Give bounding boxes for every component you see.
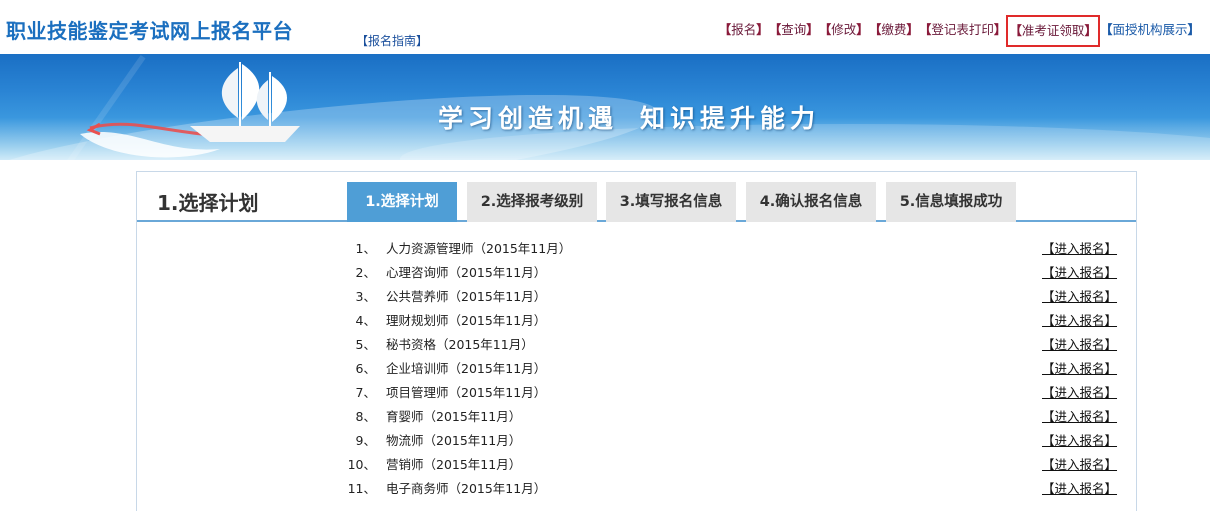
plan-name: 育婴师（2015年11月） [386, 409, 522, 424]
bracket-close: 】 [756, 22, 769, 37]
bracket-open: 【 [868, 22, 882, 37]
enter-registration-link[interactable]: 【进入报名】 [1042, 454, 1117, 473]
bracket-open: 【 [1009, 23, 1022, 38]
bracket-close: 】 [1084, 23, 1097, 38]
nav-item[interactable]: 【面授机构展示】 [1100, 22, 1200, 40]
plan-index: 8、 [355, 409, 376, 424]
plan-index: 7、 [355, 385, 376, 400]
bracket-close: 】 [1187, 22, 1200, 37]
step-tab[interactable]: 5.信息填报成功 [886, 182, 1016, 222]
plan-name: 秘书资格（2015年11月） [386, 337, 534, 352]
nav-label: 登记表打印 [931, 22, 994, 37]
plan-name: 企业培训师（2015年11月） [386, 361, 547, 376]
registration-guide-link[interactable]: 【报名指南】 [356, 32, 428, 49]
bracket-close: 】 [806, 22, 819, 37]
plan-index: 5、 [355, 337, 376, 352]
plan-row: 2、 心理咨询师（2015年11月） 【进入报名】 [137, 258, 1136, 282]
plan-index: 4、 [355, 313, 376, 328]
plan-index: 3、 [355, 289, 376, 304]
sailing-ship-icon [80, 62, 300, 158]
nav-item[interactable]: 【准考证领取】 [1006, 15, 1100, 47]
bracket-close: 】 [906, 22, 919, 37]
nav-label: 面授机构展示 [1112, 22, 1188, 37]
top-nav: 【报名】 【查询】 【修改】 【缴费】 【登记表打印】 【准考证领取】 【面授机构展示】 [719, 15, 1200, 47]
nav-label: 缴费 [881, 22, 907, 37]
site-header: 职业技能鉴定考试网上报名平台 【报名指南】 【报名】 【查询】 【修改】 【缴费】 【登… [0, 0, 1210, 54]
plan-name: 公共营养师（2015年11月） [386, 289, 547, 304]
enter-registration-link[interactable]: 【进入报名】 [1042, 310, 1117, 329]
plan-row: 6、 企业培训师（2015年11月） 【进入报名】 [137, 354, 1136, 378]
slogan-part2: 知识提升能力 [640, 104, 821, 133]
nav-label: 修改 [831, 22, 857, 37]
nav-item[interactable]: 【登记表打印】 [919, 22, 1007, 40]
plan-index: 2、 [355, 265, 376, 280]
bracket-open: 【 [818, 22, 832, 37]
enter-registration-link[interactable]: 【进入报名】 [1042, 478, 1117, 497]
plan-row: 10、 营销师（2015年11月） 【进入报名】 [137, 450, 1136, 474]
step-tab[interactable]: 4.确认报名信息 [746, 182, 876, 222]
bracket-open: 【 [918, 22, 932, 37]
nav-label: 报名 [731, 22, 757, 37]
banner: 学习创造机遇 知识提升能力 [0, 54, 1210, 160]
plan-name: 人力资源管理师（2015年11月） [386, 241, 572, 256]
enter-registration-link[interactable]: 【进入报名】 [1042, 430, 1117, 449]
plan-index: 11、 [347, 481, 376, 496]
plan-row: 1、 人力资源管理师（2015年11月） 【进入报名】 [137, 234, 1136, 258]
bracket-open: 【 [768, 22, 782, 37]
plan-name: 电子商务师（2015年11月） [386, 481, 547, 496]
nav-label: 准考证领取 [1021, 23, 1085, 38]
plan-name: 理财规划师（2015年11月） [386, 313, 547, 328]
plan-name: 物流师（2015年11月） [386, 433, 522, 448]
panel-header: 1.选择计划 1.选择计划 2.选择报考级别 3.填写报名信息 4.确认报名信息 5.信… [137, 172, 1136, 222]
banner-slogan: 学习创造机遇 知识提升能力 [438, 99, 820, 135]
plan-row: 8、 育婴师（2015年11月） 【进入报名】 [137, 402, 1136, 426]
step-heading: 1.选择计划 [157, 191, 259, 215]
bracket-close: 】 [856, 22, 869, 37]
enter-registration-link[interactable]: 【进入报名】 [1042, 382, 1117, 401]
enter-registration-link[interactable]: 【进入报名】 [1042, 286, 1117, 305]
enter-registration-link[interactable]: 【进入报名】 [1042, 262, 1117, 281]
plan-list: 1、 人力资源管理师（2015年11月） 【进入报名】 2、 心理咨询师（2015年11… [137, 234, 1136, 498]
enter-registration-link[interactable]: 【进入报名】 [1042, 238, 1117, 257]
plan-index: 9、 [355, 433, 376, 448]
site-title: 职业技能鉴定考试网上报名平台 [6, 19, 293, 43]
step-tab[interactable]: 3.填写报名信息 [606, 182, 736, 222]
plan-row: 7、 项目管理师（2015年11月） 【进入报名】 [137, 378, 1136, 402]
plan-row: 11、 电子商务师（2015年11月） 【进入报名】 [137, 474, 1136, 498]
bracket-open: 【 [718, 22, 732, 37]
step-tab[interactable]: 1.选择计划 [347, 182, 457, 222]
plan-name: 项目管理师（2015年11月） [386, 385, 547, 400]
enter-registration-link[interactable]: 【进入报名】 [1042, 334, 1117, 353]
plan-row: 9、 物流师（2015年11月） 【进入报名】 [137, 426, 1136, 450]
plan-index: 6、 [355, 361, 376, 376]
step-tab[interactable]: 2.选择报考级别 [467, 182, 597, 222]
bracket-close: 】 [993, 22, 1007, 37]
nav-label: 查询 [781, 22, 807, 37]
enter-registration-link[interactable]: 【进入报名】 [1042, 406, 1117, 425]
slogan-part1: 学习创造机遇 [438, 104, 619, 133]
plan-index: 10、 [347, 457, 376, 472]
nav-item[interactable]: 【查询】 [769, 22, 819, 40]
plan-index: 1、 [355, 241, 376, 256]
plan-name: 营销师（2015年11月） [386, 457, 522, 472]
plan-row: 3、 公共营养师（2015年11月） 【进入报名】 [137, 282, 1136, 306]
enter-registration-link[interactable]: 【进入报名】 [1042, 358, 1117, 377]
nav-item[interactable]: 【缴费】 [869, 22, 919, 40]
bracket-open: 【 [1099, 22, 1113, 37]
plan-row: 4、 理财规划师（2015年11月） 【进入报名】 [137, 306, 1136, 330]
plan-row: 5、 秘书资格（2015年11月） 【进入报名】 [137, 330, 1136, 354]
plan-name: 心理咨询师（2015年11月） [386, 265, 547, 280]
nav-item[interactable]: 【报名】 [719, 22, 769, 40]
registration-panel: 1.选择计划 1.选择计划 2.选择报考级别 3.填写报名信息 4.确认报名信息 5.信… [136, 171, 1137, 511]
nav-item[interactable]: 【修改】 [819, 22, 869, 40]
